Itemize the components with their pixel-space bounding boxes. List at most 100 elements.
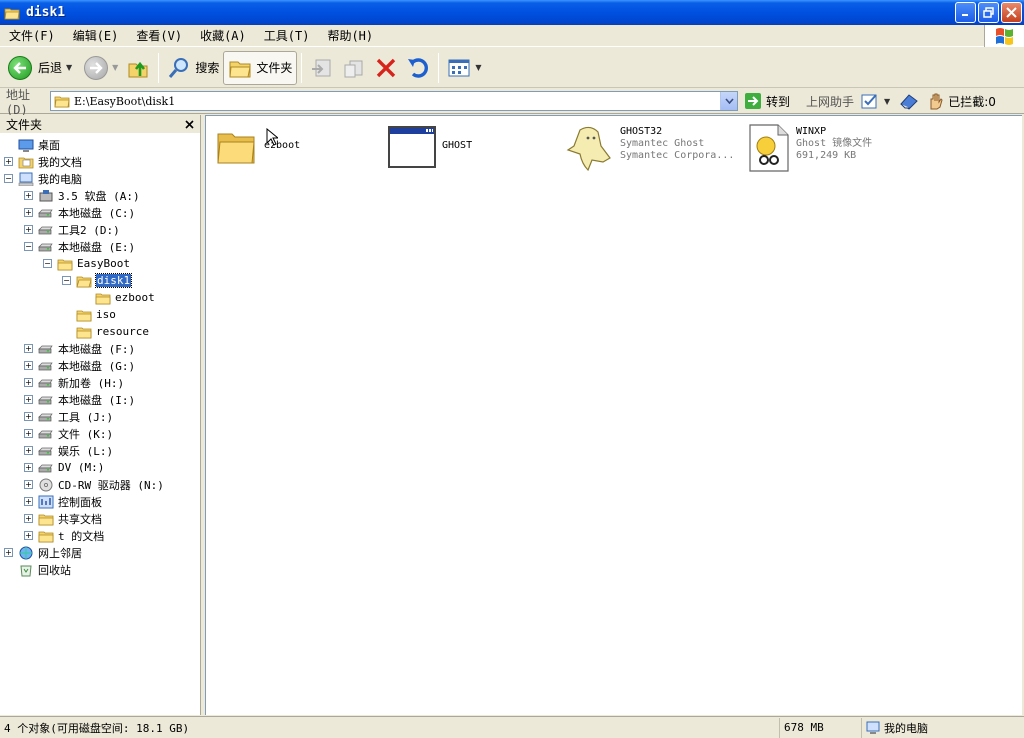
file-item-ezboot[interactable]: ezboot <box>216 126 300 166</box>
tree-item-label: 我的电脑 <box>38 172 82 186</box>
forward-button[interactable]: ▼ <box>80 51 122 85</box>
collapse-icon[interactable]: − <box>4 174 13 183</box>
floppy-icon <box>39 189 53 201</box>
collapse-icon[interactable]: − <box>62 276 71 285</box>
file-description: Symantec Ghost <box>620 138 705 149</box>
expand-icon[interactable]: + <box>24 497 33 506</box>
tree-item-label: 工具 (J:) <box>58 410 114 424</box>
folders-button[interactable]: 文件夹 <box>223 50 298 85</box>
tree-item[interactable]: + CD-RW 驱动器 (N:) <box>24 476 164 493</box>
expand-icon[interactable]: + <box>24 514 33 523</box>
internet-helper-label[interactable]: 上网助手 <box>806 93 854 110</box>
expand-icon[interactable]: + <box>4 548 13 557</box>
expand-icon[interactable]: + <box>24 344 33 353</box>
my-documents-icon <box>18 157 34 168</box>
restore-button[interactable] <box>978 2 999 23</box>
menu-tools[interactable]: 工具(T) <box>255 25 319 47</box>
menu-file[interactable]: 文件(F) <box>0 25 64 47</box>
address-input[interactable]: E:\EasyBoot\disk1 <box>50 91 738 111</box>
tree-item-label: 工具2 (D:) <box>58 223 120 237</box>
popup-blocker-hand-icon <box>930 93 943 110</box>
minimize-button[interactable] <box>955 2 976 23</box>
tree-item[interactable]: +3.5 软盘 (A:) <box>24 187 140 204</box>
up-button[interactable] <box>122 51 154 85</box>
tree-item[interactable]: + 娱乐 (L:) <box>24 442 113 459</box>
go-label: 转到 <box>766 94 791 109</box>
tree-item[interactable]: + 本地磁盘 (F:) <box>24 340 135 357</box>
file-item-ghost[interactable]: GHOST <box>388 126 472 168</box>
expand-icon[interactable]: + <box>24 480 33 489</box>
dropdown-arrow-icon: ▼ <box>112 63 119 72</box>
tree-item-label: 控制面板 <box>58 495 102 509</box>
menu-help[interactable]: 帮助(H) <box>318 25 382 47</box>
close-button[interactable] <box>1001 2 1022 23</box>
window-title: disk1 <box>26 5 66 20</box>
views-button[interactable]: ▼ <box>443 51 485 85</box>
address-dropdown-button[interactable] <box>720 92 737 110</box>
drive-icon <box>38 226 53 234</box>
file-item-ghost32[interactable]: GHOST32 Symantec Ghost Symantec Corpora.… <box>566 124 734 172</box>
tree-item[interactable]: ezboot <box>81 289 155 306</box>
move-to-button[interactable] <box>306 51 338 85</box>
expand-icon[interactable]: + <box>24 191 33 200</box>
tree-item[interactable]: − 本地磁盘 (E:) <box>24 238 135 255</box>
tree-item[interactable]: + t 的文档 <box>24 527 104 544</box>
delete-button[interactable] <box>370 51 402 85</box>
tree-item[interactable]: + DV (M:) <box>24 459 104 476</box>
undo-button[interactable] <box>402 51 434 85</box>
tree-item[interactable]: − disk1 <box>62 272 133 289</box>
my-computer-icon <box>18 172 34 186</box>
menu-edit[interactable]: 编辑(E) <box>64 25 128 47</box>
tree-item[interactable]: resource <box>62 323 149 340</box>
tree-item[interactable]: + 本地磁盘 (C:) <box>24 204 135 221</box>
tree-item[interactable]: 桌面 <box>4 136 60 153</box>
windows-flag-icon <box>995 28 1013 45</box>
collapse-icon[interactable]: − <box>43 259 52 268</box>
tree-item[interactable]: + 本地磁盘 (I:) <box>24 391 135 408</box>
expand-icon[interactable]: + <box>24 463 33 472</box>
status-objects: 4 个对象(可用磁盘空间: 18.1 GB) <box>0 717 780 738</box>
search-button[interactable]: 搜索 <box>163 51 223 85</box>
tree-item[interactable]: + 我的文档 <box>4 153 82 170</box>
tree-item[interactable]: + 文件 (K:) <box>24 425 113 442</box>
folder-icon <box>38 514 54 525</box>
tree-item[interactable]: + 工具2 (D:) <box>24 221 120 238</box>
expand-icon[interactable]: + <box>4 157 13 166</box>
tree-item[interactable]: + 工具 (J:) <box>24 408 113 425</box>
tree-item[interactable]: − EasyBoot <box>43 255 130 272</box>
menu-view[interactable]: 查看(V) <box>127 25 191 47</box>
back-button[interactable]: 后退 ▼ <box>4 51 76 85</box>
tree-item[interactable]: iso <box>62 306 116 323</box>
expand-icon[interactable]: + <box>24 395 33 404</box>
file-item-winxp[interactable]: WINXP Ghost 镜像文件 691,249 KB <box>748 124 872 172</box>
helper-check-icon[interactable] <box>860 92 880 110</box>
address-value: E:\EasyBoot\disk1 <box>74 94 176 108</box>
expand-icon[interactable]: + <box>24 225 33 234</box>
tree-item[interactable]: + 网上邻居 <box>4 544 82 561</box>
title-bar[interactable]: disk1 <box>0 0 1024 25</box>
expand-icon[interactable]: + <box>24 531 33 540</box>
drive-icon <box>38 396 53 404</box>
copy-to-button[interactable] <box>338 51 370 85</box>
tree-item[interactable]: + 控制面板 <box>24 493 102 510</box>
tree-item[interactable]: + 共享文档 <box>24 510 102 527</box>
expand-icon[interactable]: + <box>24 446 33 455</box>
eraser-icon[interactable] <box>898 92 920 110</box>
menu-favorites[interactable]: 收藏(A) <box>191 25 255 47</box>
expand-icon[interactable]: + <box>24 412 33 421</box>
move-to-icon <box>312 59 331 76</box>
tree-item[interactable]: + 本地磁盘 (G:) <box>24 357 135 374</box>
tree-item[interactable]: − 我的电脑 <box>4 170 82 187</box>
tree-item[interactable]: + 新加卷 (H:) <box>24 374 124 391</box>
go-button[interactable]: 转到 <box>744 92 790 110</box>
expand-icon[interactable]: + <box>24 429 33 438</box>
expand-icon[interactable]: + <box>24 378 33 387</box>
dropdown-arrow-icon[interactable]: ▼ <box>884 97 890 106</box>
close-icon[interactable] <box>185 119 194 129</box>
delete-x-icon <box>377 58 396 77</box>
tree-item[interactable]: 回收站 <box>4 561 71 578</box>
toolbar-separator <box>438 52 440 83</box>
expand-icon[interactable]: + <box>24 361 33 370</box>
expand-icon[interactable]: + <box>24 208 33 217</box>
collapse-icon[interactable]: − <box>24 242 33 251</box>
